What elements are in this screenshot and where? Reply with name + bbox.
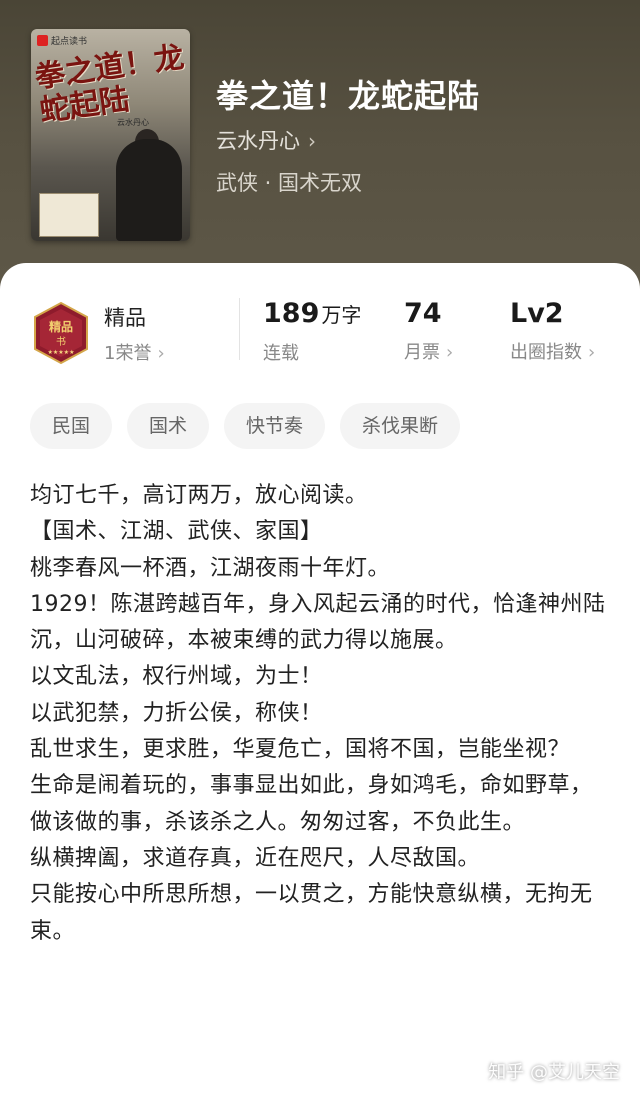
cover-title: 拳之道！龙蛇起陆 xyxy=(32,39,187,130)
chevron-right-icon: › xyxy=(446,342,454,363)
tag-chip[interactable]: 快节奏 xyxy=(224,403,326,449)
quality-badge-icon[interactable]: 精品 书 ★★★★★ xyxy=(32,301,90,365)
word-count-stat: 189 万字 连载 xyxy=(263,296,361,365)
description-line: 只能按心中所思所想，一以贯之，方能快意纵横，无拘无束。 xyxy=(30,882,593,944)
stats-divider xyxy=(239,298,240,360)
book-description: 均订七千，高订两万，放心阅读。 【国术、江湖、武侠、家国】 桃李春风一杯酒，江湖… xyxy=(30,478,612,950)
cover-tag-box xyxy=(39,193,99,237)
description-line: 以武犯禁，力折公侯，称侠！ xyxy=(30,700,323,726)
cover-figure xyxy=(116,139,182,241)
breakout-index-value: Lv2 xyxy=(510,298,564,329)
book-header: 起点读书 拳之道！龙蛇起陆 云水丹心 拳之道！龙蛇起陆 云水丹心 › 武侠 · … xyxy=(0,0,640,300)
breakout-index-label: 出圈指数 xyxy=(510,342,582,363)
quality-label: 精品 xyxy=(104,306,146,330)
tag-list: 民国 国术 快节奏 杀伐果断 xyxy=(30,403,461,449)
title-block: 拳之道！龙蛇起陆 云水丹心 › 武侠 · 国术无双 xyxy=(216,74,480,198)
cover-author: 云水丹心 xyxy=(117,118,149,127)
cover-publisher: 起点读书 xyxy=(37,34,87,47)
monthly-ticket-stat[interactable]: 74 月票 › xyxy=(404,296,453,364)
description-line: 1929！陈湛跨越百年，身入风起云涌的时代，恰逢神州陆沉，山河破碎，本被束缚的武… xyxy=(30,591,606,654)
word-count-value: 189 xyxy=(263,298,320,329)
book-genre: 武侠 · 国术无双 xyxy=(216,171,363,195)
chevron-right-icon: › xyxy=(588,342,596,363)
chevron-right-icon: › xyxy=(308,129,316,153)
book-title: 拳之道！龙蛇起陆 xyxy=(216,77,481,115)
description-line: 【国术、江湖、武侠、家国】 xyxy=(30,519,323,545)
monthly-ticket-value: 74 xyxy=(404,298,442,329)
monthly-ticket-label: 月票 xyxy=(404,342,440,363)
svg-text:精品: 精品 xyxy=(49,319,73,334)
tag-chip[interactable]: 国术 xyxy=(127,403,210,449)
honor-link[interactable]: 1荣誉 › xyxy=(104,339,165,365)
breakout-index-stat[interactable]: Lv2 出圈指数 › xyxy=(510,296,595,364)
word-count-unit: 万字 xyxy=(321,303,362,327)
description-line: 纵横捭阖，求道存真，近在咫尺，人尽敌国。 xyxy=(30,845,481,871)
stats-row: 精品 书 ★★★★★ 精品 1荣誉 › 189 万字 连载 74 月票 › Lv2 出… xyxy=(0,296,640,374)
publisher-logo-icon xyxy=(37,35,48,46)
description-line: 桃李春风一杯酒，江湖夜雨十年灯。 xyxy=(30,555,391,581)
author-link[interactable]: 云水丹心 › xyxy=(216,126,480,156)
description-line: 生命是闹着玩的，事事显出如此，身如鸿毛，命如野草，做该做的事，杀该杀之人。匆匆过… xyxy=(30,773,593,835)
chevron-right-icon: › xyxy=(157,343,165,364)
book-detail-card: 精品 书 ★★★★★ 精品 1荣誉 › 189 万字 连载 74 月票 › Lv2 出… xyxy=(0,263,640,1098)
description-line: 以文乱法，权行州域，为士！ xyxy=(30,664,323,690)
svg-text:★★★★★: ★★★★★ xyxy=(48,349,75,356)
svg-text:书: 书 xyxy=(56,336,66,348)
watermark: 知乎 @艾儿天空 xyxy=(488,1062,620,1083)
tag-chip[interactable]: 民国 xyxy=(30,403,113,449)
description-line: 均订七千，高订两万，放心阅读。 xyxy=(30,483,368,508)
book-cover[interactable]: 起点读书 拳之道！龙蛇起陆 云水丹心 xyxy=(31,29,190,241)
tag-chip[interactable]: 杀伐果断 xyxy=(340,403,461,449)
word-count-label: 连载 xyxy=(263,343,299,364)
description-line: 乱世求生，更求胜，华夏危亡，国将不国，岂能坐视？ xyxy=(30,737,571,763)
author-name: 云水丹心 xyxy=(216,129,300,153)
